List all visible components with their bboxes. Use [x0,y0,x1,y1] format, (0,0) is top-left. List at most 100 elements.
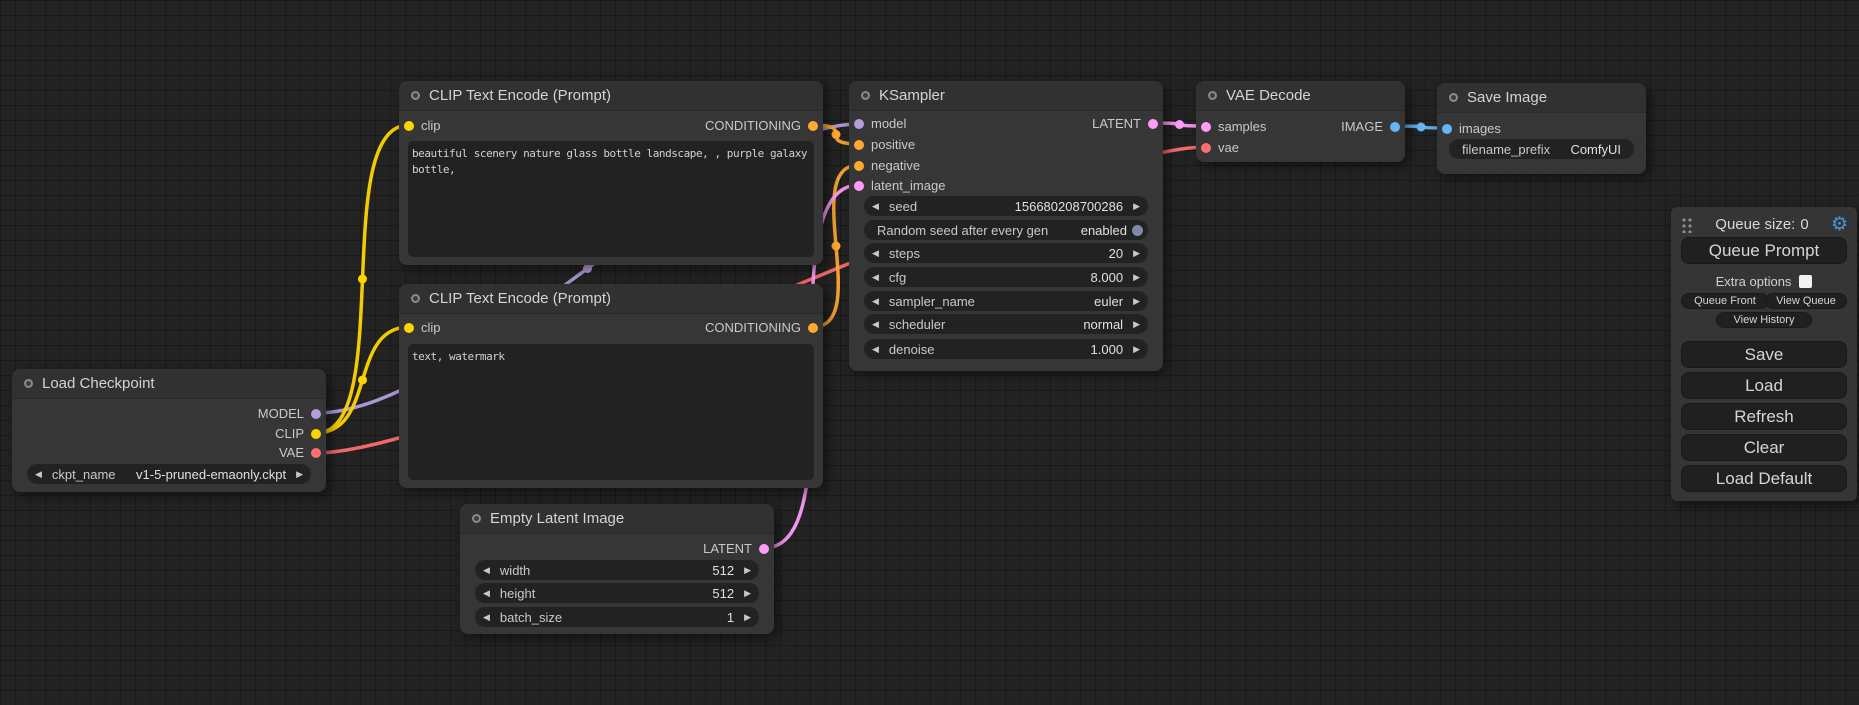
node-title-bar[interactable]: Load Checkpoint [12,369,326,399]
output-slot-conditioning[interactable]: CONDITIONING [705,116,818,135]
decrement-arrow-icon[interactable]: ◀ [872,249,879,258]
node-title-bar[interactable]: Empty Latent Image [460,504,774,534]
node-vae-decode[interactable]: VAE Decode samples vae IMAGE [1196,81,1405,162]
input-slot-latent-image[interactable]: latent_image [854,176,945,195]
output-slot-model[interactable]: MODEL [258,404,321,423]
input-slot-model[interactable]: model [854,114,906,133]
random-seed-toggle-widget[interactable]: Random seed after every gen enabled [864,220,1148,240]
latent-output-dot[interactable] [759,544,769,554]
next-arrow-icon[interactable]: ▶ [1133,320,1140,329]
collapse-dot[interactable] [472,514,481,523]
conditioning-output-dot[interactable] [808,121,818,131]
output-slot-latent[interactable]: LATENT [1092,114,1158,133]
image-output-dot[interactable] [1390,122,1400,132]
queue-panel[interactable]: Queue size: 0 ⚙ Queue Prompt Extra optio… [1671,207,1857,501]
model-output-dot[interactable] [311,409,321,419]
node-title-bar[interactable]: CLIP Text Encode (Prompt) [399,81,823,111]
increment-arrow-icon[interactable]: ▶ [1133,249,1140,258]
toggle-dot-icon[interactable] [1132,225,1143,236]
input-slot-clip[interactable]: clip [404,318,441,337]
clear-button[interactable]: Clear [1681,434,1847,461]
clip-output-dot[interactable] [311,429,321,439]
drag-handle-icon[interactable] [1680,216,1693,233]
decrement-arrow-icon[interactable]: ◀ [872,202,879,211]
decrement-arrow-icon[interactable]: ◀ [483,589,490,598]
node-save-image[interactable]: Save Image images filename_prefix ComfyU… [1437,83,1646,174]
filename-prefix-widget[interactable]: filename_prefix ComfyUI [1449,139,1634,159]
output-slot-clip[interactable]: CLIP [275,424,321,443]
samples-input-dot[interactable] [1201,122,1211,132]
load-button[interactable]: Load [1681,372,1847,399]
save-button[interactable]: Save [1681,341,1847,368]
ckpt-name-widget[interactable]: ◀ ckpt_name v1-5-pruned-emaonly.ckpt ▶ [27,464,311,484]
decrement-arrow-icon[interactable]: ◀ [872,345,879,354]
scheduler-widget[interactable]: ◀ scheduler normal ▶ [864,314,1148,334]
height-widget[interactable]: ◀ height 512 ▶ [475,583,759,603]
node-clip-text-encode-positive[interactable]: CLIP Text Encode (Prompt) clip CONDITION… [399,81,823,265]
collapse-dot[interactable] [861,91,870,100]
decrement-arrow-icon[interactable]: ◀ [483,613,490,622]
cfg-widget[interactable]: ◀ cfg 8.000 ▶ [864,267,1148,287]
view-history-button[interactable]: View History [1716,312,1812,328]
increment-arrow-icon[interactable]: ▶ [744,566,751,575]
steps-widget[interactable]: ◀ steps 20 ▶ [864,243,1148,263]
refresh-button[interactable]: Refresh [1681,403,1847,430]
model-input-dot[interactable] [854,119,864,129]
prev-arrow-icon[interactable]: ◀ [872,297,879,306]
input-slot-clip[interactable]: clip [404,116,441,135]
input-slot-negative[interactable]: negative [854,156,920,175]
denoise-widget[interactable]: ◀ denoise 1.000 ▶ [864,339,1148,359]
input-slot-vae[interactable]: vae [1201,138,1239,157]
load-default-button[interactable]: Load Default [1681,465,1847,492]
prev-arrow-icon[interactable]: ◀ [35,470,42,479]
input-slot-images[interactable]: images [1442,119,1501,138]
next-arrow-icon[interactable]: ▶ [1133,297,1140,306]
output-slot-image[interactable]: IMAGE [1341,117,1400,136]
increment-arrow-icon[interactable]: ▶ [1133,345,1140,354]
sampler-name-widget[interactable]: ◀ sampler_name euler ▶ [864,291,1148,311]
width-widget[interactable]: ◀ width 512 ▶ [475,560,759,580]
input-slot-samples[interactable]: samples [1201,117,1266,136]
output-slot-conditioning[interactable]: CONDITIONING [705,318,818,337]
increment-arrow-icon[interactable]: ▶ [744,613,751,622]
node-title-bar[interactable]: KSampler [849,81,1163,111]
view-queue-button[interactable]: View Queue [1765,293,1847,309]
node-load-checkpoint[interactable]: Load Checkpoint MODEL CLIP VAE ◀ ckpt_na… [12,369,326,492]
node-title-bar[interactable]: Save Image [1437,83,1646,113]
increment-arrow-icon[interactable]: ▶ [1133,273,1140,282]
node-title-bar[interactable]: CLIP Text Encode (Prompt) [399,284,823,314]
settings-gear-icon[interactable]: ⚙ [1831,215,1848,234]
vae-output-dot[interactable] [311,448,321,458]
node-clip-text-encode-negative[interactable]: CLIP Text Encode (Prompt) clip CONDITION… [399,284,823,488]
vae-input-dot[interactable] [1201,143,1211,153]
output-slot-vae[interactable]: VAE [279,443,321,462]
latent-output-dot[interactable] [1148,119,1158,129]
queue-front-button[interactable]: Queue Front [1681,293,1769,309]
node-title-bar[interactable]: VAE Decode [1196,81,1405,111]
prompt-textarea[interactable]: text, watermark [408,344,814,480]
clip-input-dot[interactable] [404,121,414,131]
queue-prompt-button[interactable]: Queue Prompt [1681,237,1847,264]
decrement-arrow-icon[interactable]: ◀ [483,566,490,575]
clip-input-dot[interactable] [404,323,414,333]
collapse-dot[interactable] [411,91,420,100]
node-graph-canvas[interactable]: Load Checkpoint MODEL CLIP VAE ◀ ckpt_na… [0,0,1859,705]
extra-options-checkbox[interactable] [1799,275,1812,288]
collapse-dot[interactable] [411,294,420,303]
input-slot-positive[interactable]: positive [854,135,915,154]
images-input-dot[interactable] [1442,124,1452,134]
collapse-dot[interactable] [1208,91,1217,100]
seed-widget[interactable]: ◀ seed 156680208700286 ▶ [864,196,1148,216]
prompt-textarea[interactable]: beautiful scenery nature glass bottle la… [408,141,814,257]
output-slot-latent[interactable]: LATENT [703,539,769,558]
positive-input-dot[interactable] [854,140,864,150]
node-empty-latent-image[interactable]: Empty Latent Image LATENT ◀ width 512 ▶ … [460,504,774,634]
conditioning-output-dot[interactable] [808,323,818,333]
collapse-dot[interactable] [1449,93,1458,102]
collapse-dot[interactable] [24,379,33,388]
negative-input-dot[interactable] [854,161,864,171]
batch-size-widget[interactable]: ◀ batch_size 1 ▶ [475,607,759,627]
prev-arrow-icon[interactable]: ◀ [872,320,879,329]
next-arrow-icon[interactable]: ▶ [296,470,303,479]
latent-input-dot[interactable] [854,181,864,191]
